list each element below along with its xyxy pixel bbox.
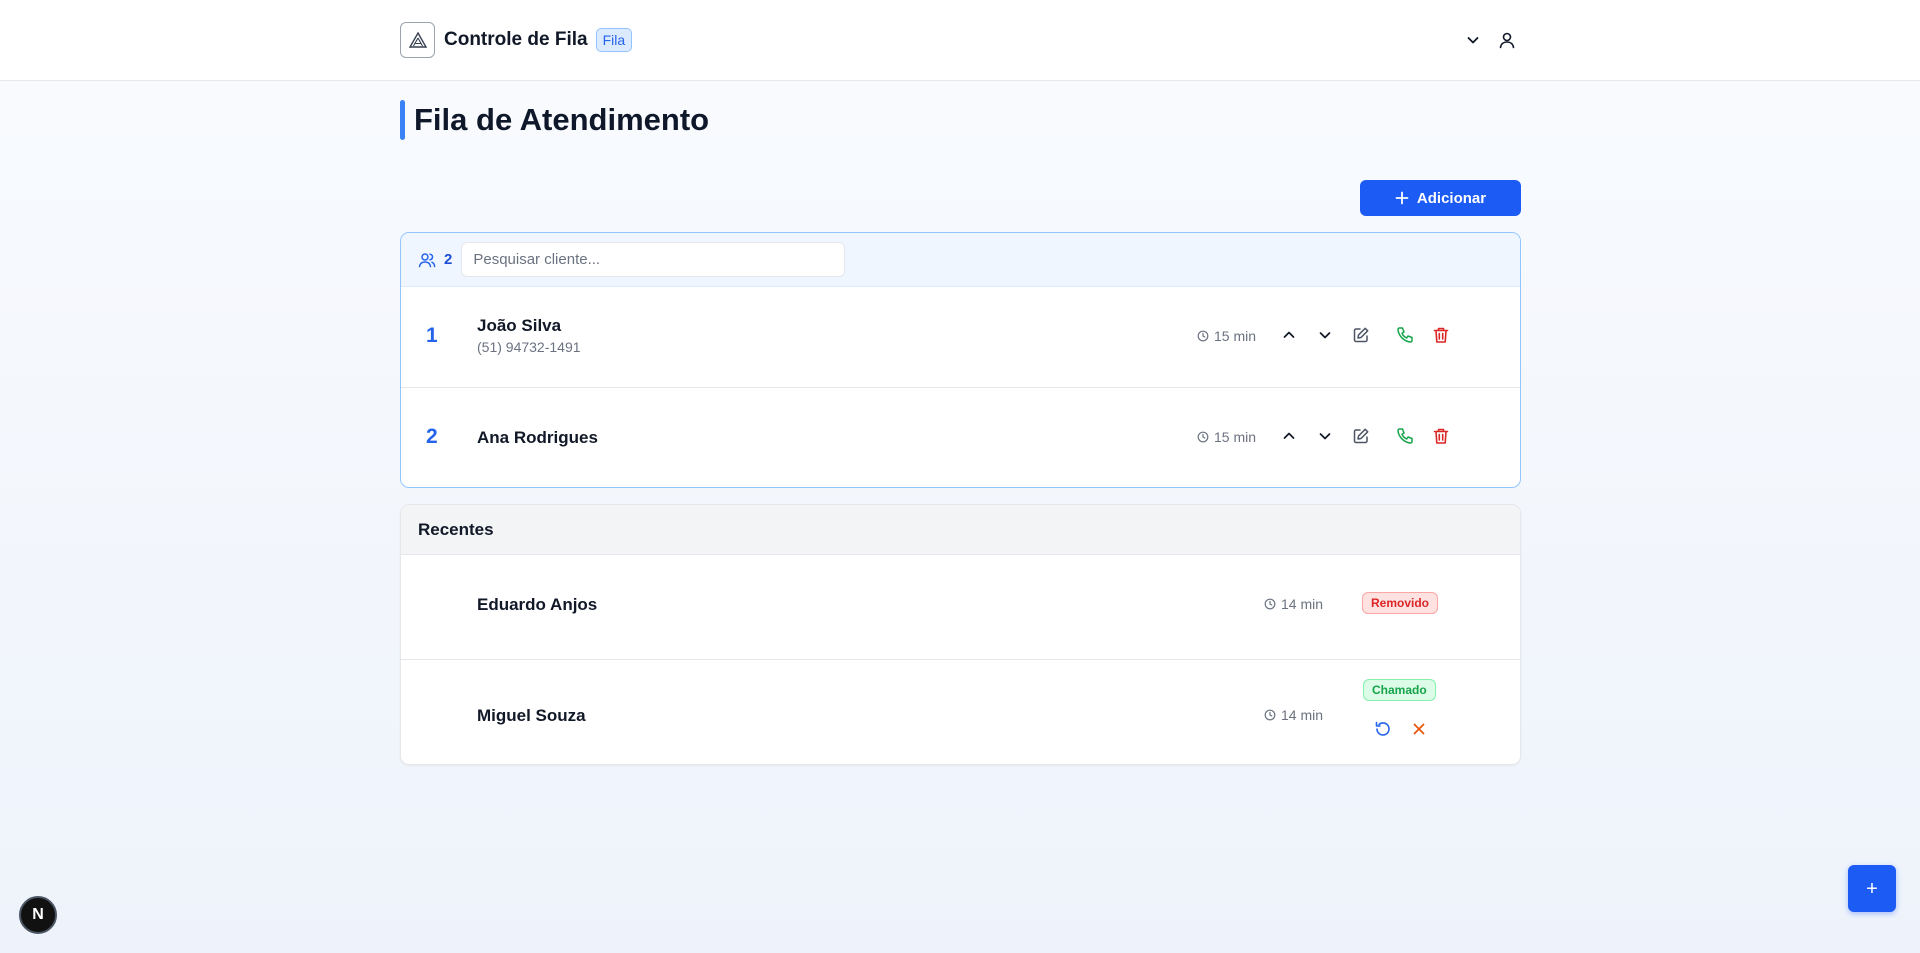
recent-card: Recentes Eduardo Anjos 14 min Removido M… <box>400 504 1521 765</box>
chevron-down-icon[interactable] <box>1313 323 1337 347</box>
wait-time-label: 15 min <box>1214 328 1257 344</box>
chevron-down-icon[interactable] <box>1313 424 1337 448</box>
clock-icon <box>1197 330 1209 342</box>
plus-icon: + <box>1866 877 1878 900</box>
client-name: Miguel Souza <box>477 706 586 725</box>
queue-position: 1 <box>426 324 438 347</box>
wait-time: 14 min <box>1264 596 1323 612</box>
client-phone: (51) 94732-1491 <box>477 339 581 355</box>
queue-toolbar: 2 <box>401 233 1520 287</box>
page-title-section: Fila de Atendimento <box>400 100 709 140</box>
wait-time: 15 min <box>1197 429 1256 445</box>
wait-time: 14 min <box>1264 707 1323 723</box>
wait-time-label: 15 min <box>1214 429 1257 445</box>
clock-icon <box>1264 598 1276 610</box>
client-name: Eduardo Anjos <box>477 595 598 614</box>
recent-row: Eduardo Anjos 14 min Removido <box>401 555 1520 660</box>
app-badge: Fila <box>595 28 633 52</box>
recent-row: Miguel Souza 14 min Chamado <box>401 660 1520 764</box>
trash-icon[interactable] <box>1429 323 1453 347</box>
add-client-button[interactable]: Adicionar <box>1360 180 1521 216</box>
recent-title: Recentes <box>401 505 1520 555</box>
page-title: Fila de Atendimento <box>414 102 710 137</box>
dev-tools-badge[interactable]: N <box>19 896 57 934</box>
user-icon[interactable] <box>1495 28 1519 52</box>
queue-card: 2 1 João Silva (51) 94732-1491 15 min 2 … <box>400 232 1521 488</box>
brand[interactable]: Controle de Fila Fila <box>400 22 633 58</box>
app-title: Controle de Fila <box>444 29 588 50</box>
phone-icon[interactable] <box>1393 424 1417 448</box>
close-icon[interactable] <box>1407 717 1431 741</box>
title-accent-bar <box>400 100 405 140</box>
trash-icon[interactable] <box>1429 424 1453 448</box>
chevron-up-icon[interactable] <box>1277 323 1301 347</box>
row-actions <box>1277 323 1453 347</box>
fab-add-button[interactable]: + <box>1848 865 1896 912</box>
row-actions <box>1277 424 1453 448</box>
dev-badge-label: N <box>32 906 44 923</box>
wait-time-label: 14 min <box>1281 707 1324 723</box>
client-name: Ana Rodrigues <box>477 428 598 447</box>
queue-row: 2 Ana Rodrigues 15 min <box>401 388 1520 487</box>
queue-row: 1 João Silva (51) 94732-1491 15 min <box>401 287 1520 388</box>
users-icon <box>418 252 436 267</box>
edit-icon[interactable] <box>1349 424 1373 448</box>
wait-time: 15 min <box>1197 328 1256 344</box>
edit-icon[interactable] <box>1349 323 1373 347</box>
add-button-label: Adicionar <box>1416 189 1487 207</box>
queue-count: 2 <box>444 251 453 268</box>
phone-icon[interactable] <box>1393 323 1417 347</box>
chevron-up-icon[interactable] <box>1277 424 1301 448</box>
status-badge: Removido <box>1362 592 1439 614</box>
clock-icon <box>1264 709 1276 721</box>
search-input[interactable] <box>461 242 846 277</box>
app-header: Controle de Fila Fila <box>0 0 1920 81</box>
queue-position: 2 <box>426 425 438 448</box>
header-actions <box>1461 28 1519 52</box>
logo-icon <box>400 22 435 58</box>
chevron-down-icon[interactable] <box>1461 28 1485 52</box>
status-badge: Chamado <box>1363 679 1436 701</box>
clock-icon <box>1197 431 1209 443</box>
wait-time-label: 14 min <box>1281 596 1324 612</box>
undo-icon[interactable] <box>1371 717 1395 741</box>
plus-icon <box>1395 191 1409 205</box>
client-name: João Silva <box>477 316 562 335</box>
